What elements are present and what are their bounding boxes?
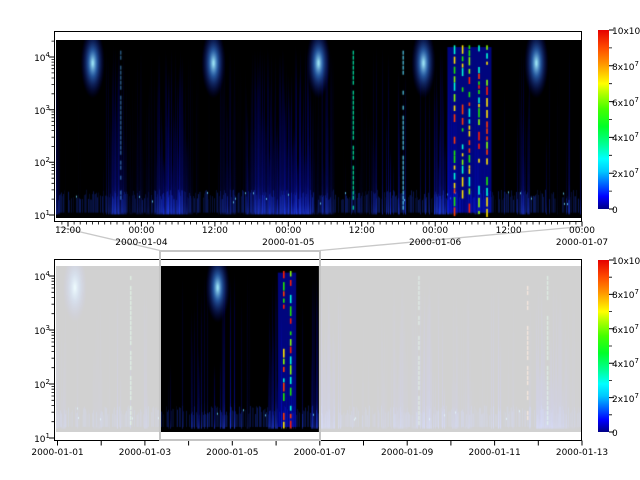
context-colorbar bbox=[598, 260, 609, 432]
x-tick-label-date: 2000-01-13 bbox=[542, 448, 622, 459]
colorbar-tick-label-text: 0 bbox=[612, 429, 618, 439]
colorbar-tick-label-exp: 7 bbox=[635, 167, 639, 175]
colorbar-tick-label: 6x107 bbox=[612, 323, 639, 337]
y-tick-label-text: 10 bbox=[34, 327, 45, 337]
selection-region-box[interactable] bbox=[159, 250, 321, 441]
y-tick-label: 102 bbox=[26, 378, 50, 392]
y-tick-label-exp: 3 bbox=[46, 324, 50, 332]
x-tick-label-date-text: 2000-01-13 bbox=[556, 448, 608, 458]
x-tick-label-date-text: 2000-01-03 bbox=[119, 448, 171, 458]
y-tick-label-text: 10 bbox=[34, 54, 45, 64]
y-tick-label: 103 bbox=[26, 104, 50, 118]
colorbar-tick-label: 6x107 bbox=[612, 96, 639, 110]
colorbar-tick-label-exp: 7 bbox=[635, 392, 639, 400]
y-tick-label-exp: 2 bbox=[46, 156, 50, 164]
x-tick-label-date-text: 2000-01-07 bbox=[294, 448, 346, 458]
colorbar-tick-label-text: 0 bbox=[612, 206, 618, 216]
colorbar-tick-label-exp: 7 bbox=[635, 131, 639, 139]
x-tick-label-time-text: 00:00 bbox=[128, 226, 154, 236]
y-tick-label-exp: 1 bbox=[46, 432, 50, 440]
x-tick-label-date-text: 2000-01-06 bbox=[409, 238, 461, 248]
x-tick-label-date: 2000-01-03 bbox=[105, 448, 185, 459]
colorbar-tick-label: 0 bbox=[612, 426, 618, 440]
x-tick-label-time: 12:00 bbox=[28, 226, 108, 237]
colorbar-tick-label: 8x107 bbox=[612, 288, 639, 302]
x-tick-label-date: 2000-01-05 bbox=[248, 238, 328, 249]
colorbar-tick-label-exp: 7 bbox=[635, 60, 639, 68]
colorbar-tick-label: 8x107 bbox=[612, 60, 639, 74]
x-tick-label-date: 2000-01-07 bbox=[542, 238, 622, 249]
x-tick-label-time-text: 00:00 bbox=[569, 226, 595, 236]
y-tick-label-exp: 4 bbox=[46, 270, 50, 278]
detail-colorbar bbox=[598, 30, 609, 209]
x-tick-label-date: 2000-01-11 bbox=[455, 448, 535, 459]
x-tick-label-date: 2000-01-04 bbox=[101, 238, 181, 249]
y-tick-label-exp: 4 bbox=[46, 51, 50, 59]
x-tick-label-date: 2000-01-09 bbox=[367, 448, 447, 459]
colorbar-tick-label-exp: 7 bbox=[635, 323, 639, 331]
x-tick-label-time-text: 12:00 bbox=[496, 226, 522, 236]
x-tick-label-time: 00:00 bbox=[101, 226, 181, 237]
colorbar-tick-label: 10x107 bbox=[612, 24, 640, 38]
x-tick-label-time-text: 12:00 bbox=[202, 226, 228, 236]
colorbar-tick-label-exp: 7 bbox=[635, 288, 639, 296]
colorbar-tick-label-text: 4x10 bbox=[612, 360, 635, 370]
y-tick-label: 103 bbox=[26, 324, 50, 338]
x-tick-label-date: 2000-01-07 bbox=[280, 448, 360, 459]
colorbar-tick-label: 4x107 bbox=[612, 131, 639, 145]
x-tick-label-time-text: 12:00 bbox=[55, 226, 81, 236]
x-tick-label-time: 12:00 bbox=[469, 226, 549, 237]
x-tick-label-date-text: 2000-01-09 bbox=[381, 448, 433, 458]
y-tick-label-text: 10 bbox=[34, 435, 45, 445]
colorbar-tick-label-text: 2x10 bbox=[612, 395, 635, 405]
x-tick-label-date-text: 2000-01-01 bbox=[31, 448, 83, 458]
x-tick-label-time: 12:00 bbox=[175, 226, 255, 237]
x-tick-label-time-text: 12:00 bbox=[349, 226, 375, 236]
colorbar-tick-label-text: 10x10 bbox=[612, 257, 640, 267]
x-tick-label-date-text: 2000-01-07 bbox=[556, 238, 608, 248]
y-tick-label-text: 10 bbox=[34, 273, 45, 283]
x-tick-label-date-text: 2000-01-04 bbox=[115, 238, 167, 248]
colorbar-tick-label-exp: 7 bbox=[635, 357, 639, 365]
y-tick-label: 104 bbox=[26, 270, 50, 284]
y-tick-label: 104 bbox=[26, 51, 50, 65]
x-tick-label-date: 2000-01-06 bbox=[395, 238, 475, 249]
colorbar-tick-label: 2x107 bbox=[612, 167, 639, 181]
colorbar-tick-label-text: 8x10 bbox=[612, 291, 635, 301]
x-tick-label-time-text: 00:00 bbox=[422, 226, 448, 236]
colorbar-tick-label-exp: 7 bbox=[635, 96, 639, 104]
colorbar-tick-label: 2x107 bbox=[612, 392, 639, 406]
x-tick-label-time-text: 00:00 bbox=[275, 226, 301, 236]
x-tick-label-date: 2000-01-01 bbox=[18, 448, 98, 459]
y-tick-label-exp: 1 bbox=[46, 209, 50, 217]
x-tick-label-time: 12:00 bbox=[322, 226, 402, 237]
colorbar-tick-label-text: 6x10 bbox=[612, 326, 635, 336]
colorbar-tick-label-text: 6x10 bbox=[612, 99, 635, 109]
colorbar-tick-label: 0 bbox=[612, 203, 618, 217]
colorbar-tick-label-text: 2x10 bbox=[612, 170, 635, 180]
x-tick-label-date: 2000-01-05 bbox=[192, 448, 272, 459]
x-tick-label-date-text: 2000-01-05 bbox=[206, 448, 258, 458]
x-tick-label-time: 00:00 bbox=[395, 226, 475, 237]
y-tick-label: 102 bbox=[26, 156, 50, 170]
colorbar-tick-label: 10x107 bbox=[612, 254, 640, 268]
colorbar-tick-label: 4x107 bbox=[612, 357, 639, 371]
colorbar-tick-label-text: 8x10 bbox=[612, 63, 635, 73]
spectrogram-viewer-window: 12:00 00:00 2000-01-04 12:00 00:00 2000-01-05… bbox=[0, 0, 640, 480]
y-tick-label-exp: 3 bbox=[46, 104, 50, 112]
y-tick-label-text: 10 bbox=[34, 212, 45, 222]
colorbar-tick-label-text: 4x10 bbox=[612, 134, 635, 144]
y-tick-label-text: 10 bbox=[34, 159, 45, 169]
x-tick-label-time: 00:00 bbox=[248, 226, 328, 237]
colorbar-tick-label-text: 10x10 bbox=[612, 27, 640, 37]
y-tick-label-text: 10 bbox=[34, 381, 45, 391]
x-tick-label-date-text: 2000-01-05 bbox=[262, 238, 314, 248]
y-tick-label-exp: 2 bbox=[46, 378, 50, 386]
y-tick-label-text: 10 bbox=[34, 107, 45, 117]
detail-spectrogram-canvas[interactable] bbox=[56, 40, 581, 218]
x-tick-label-time: 00:00 bbox=[542, 226, 622, 237]
x-tick-label-date-text: 2000-01-11 bbox=[468, 448, 520, 458]
y-tick-label: 101 bbox=[26, 209, 50, 223]
y-tick-label: 101 bbox=[26, 432, 50, 446]
